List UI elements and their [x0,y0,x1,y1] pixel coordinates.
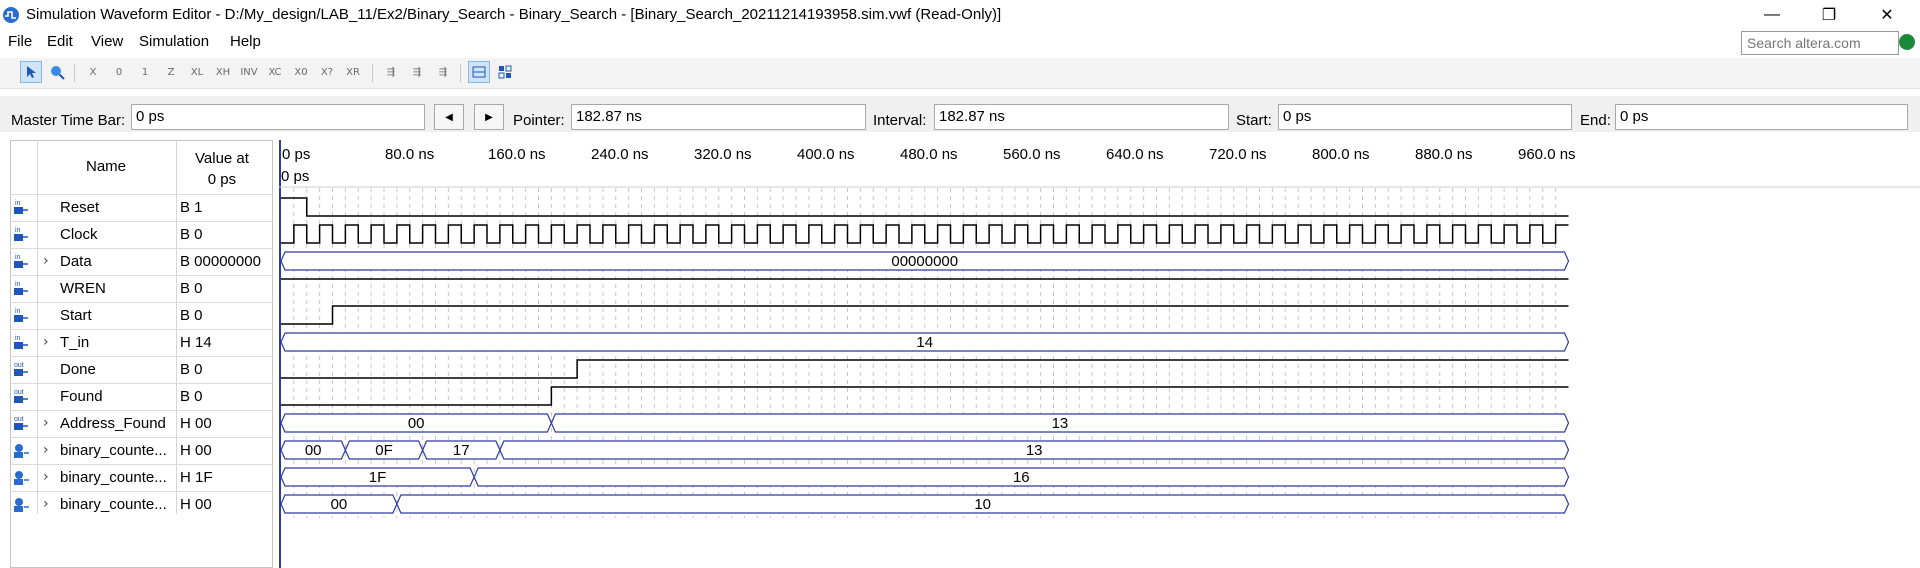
bus-value-label: 13 [1026,442,1043,459]
bus-value-label: 00000000 [891,253,958,270]
bus-value-label: 00 [331,496,348,513]
bus-value-label: 17 [453,442,470,459]
bus-value-label: 00 [408,415,425,432]
waveform-canvas[interactable]: 00000000 14 00 13 00 0F 17 13 1F 16 00 10 [0,0,1920,568]
clock-waveform [281,224,1569,244]
bus-value-label: 16 [1013,469,1030,486]
bus-value-label: 0F [375,442,393,459]
bus-value-label: 1F [369,469,387,486]
bus-value-label: 10 [974,496,991,513]
bus-value-label: 13 [1052,415,1069,432]
bus-value-label: 00 [305,442,322,459]
bus-value-label: 14 [916,334,933,351]
